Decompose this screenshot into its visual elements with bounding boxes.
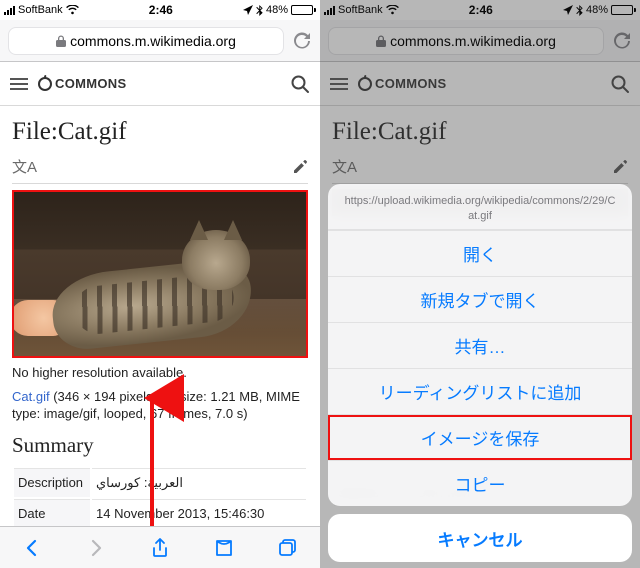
clock: 2:46 — [469, 3, 493, 17]
page-title: File:Cat.gif — [12, 118, 308, 146]
status-bar: SoftBank 2:46 48% — [0, 0, 320, 20]
battery-pct: 48% — [586, 4, 608, 16]
bluetooth-icon — [576, 5, 583, 16]
table-row: Descriptionالعربية: كورساي — [14, 468, 306, 497]
cellular-signal-icon — [324, 6, 335, 15]
url-field[interactable]: commons.m.wikimedia.org — [8, 27, 284, 55]
sheet-open[interactable]: 開く — [328, 230, 632, 276]
battery-icon — [291, 5, 316, 15]
file-details: Cat.gif (346 × 194 pixels, file size: 1.… — [12, 388, 308, 423]
sheet-url: https://upload.wikimedia.org/wikipedia/c… — [328, 184, 632, 230]
refresh-icon[interactable] — [612, 31, 632, 51]
sheet-save-image[interactable]: イメージを保存 — [328, 414, 632, 460]
menu-button[interactable] — [10, 78, 28, 90]
summary-heading: Summary — [12, 433, 308, 458]
battery-icon — [611, 5, 636, 15]
back-button[interactable] — [21, 537, 43, 559]
url-host: commons.m.wikimedia.org — [70, 33, 236, 49]
wifi-icon — [386, 5, 399, 15]
carrier-label: SoftBank — [18, 4, 63, 16]
forward-button — [85, 537, 107, 559]
url-host: commons.m.wikimedia.org — [390, 33, 556, 49]
search-icon — [610, 74, 630, 94]
page-content: File:Cat.gif 文A No higher resolution ava… — [0, 106, 320, 526]
share-button[interactable] — [149, 537, 171, 559]
commons-logo-icon — [38, 77, 52, 91]
carrier-label: SoftBank — [338, 4, 383, 16]
site-header: COMMONS — [320, 62, 640, 106]
wifi-icon — [66, 5, 79, 15]
table-row: Date14 November 2013, 15:46:30 — [14, 499, 306, 526]
status-bar: SoftBank 2:46 48% — [320, 0, 640, 20]
commons-logo-icon — [358, 77, 372, 91]
tabs-button[interactable] — [277, 537, 299, 559]
location-arrow-icon — [563, 5, 573, 15]
lock-icon — [376, 35, 386, 47]
edit-icon[interactable] — [292, 159, 308, 175]
file-link[interactable]: Cat.gif — [12, 389, 50, 404]
edit-icon — [612, 159, 628, 175]
page-title: File:Cat.gif — [332, 118, 628, 146]
action-sheet: https://upload.wikimedia.org/wikipedia/c… — [328, 184, 632, 562]
site-logo: COMMONS — [358, 76, 446, 91]
bookmarks-button[interactable] — [213, 537, 235, 559]
file-info-table: Descriptionالعربية: كورساي Date14 Novemb… — [12, 466, 308, 526]
sheet-open-new-tab[interactable]: 新規タブで開く — [328, 276, 632, 322]
language-icon: 文A — [332, 156, 357, 177]
browser-toolbar — [0, 526, 320, 568]
sheet-share[interactable]: 共有… — [328, 322, 632, 368]
bluetooth-icon — [256, 5, 263, 16]
site-header: COMMONS — [0, 62, 320, 106]
lock-icon — [56, 35, 66, 47]
language-icon[interactable]: 文A — [12, 156, 37, 177]
sheet-cancel[interactable]: キャンセル — [328, 514, 632, 562]
resolution-note: No higher resolution available. — [12, 364, 308, 382]
url-field[interactable]: commons.m.wikimedia.org — [328, 27, 604, 55]
clock: 2:46 — [149, 3, 173, 17]
sheet-reading-list[interactable]: リーディングリストに追加 — [328, 368, 632, 414]
battery-pct: 48% — [266, 4, 288, 16]
browser-url-bar: commons.m.wikimedia.org — [320, 20, 640, 62]
location-arrow-icon — [243, 5, 253, 15]
browser-url-bar: commons.m.wikimedia.org — [0, 20, 320, 62]
search-icon[interactable] — [290, 74, 310, 94]
cellular-signal-icon — [4, 6, 15, 15]
sheet-copy[interactable]: コピー — [328, 460, 632, 506]
refresh-icon[interactable] — [292, 31, 312, 51]
menu-button — [330, 78, 348, 90]
file-image[interactable] — [12, 190, 308, 358]
site-logo[interactable]: COMMONS — [38, 76, 126, 91]
